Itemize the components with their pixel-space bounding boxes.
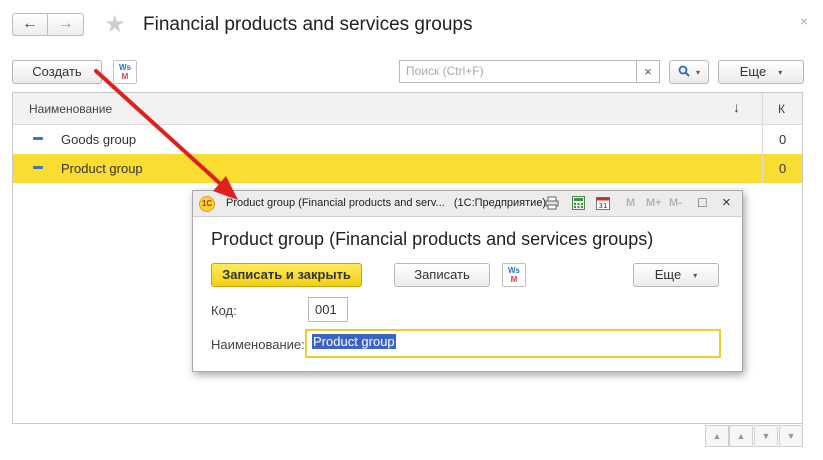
annotation-arrow-icon — [94, 69, 238, 200]
